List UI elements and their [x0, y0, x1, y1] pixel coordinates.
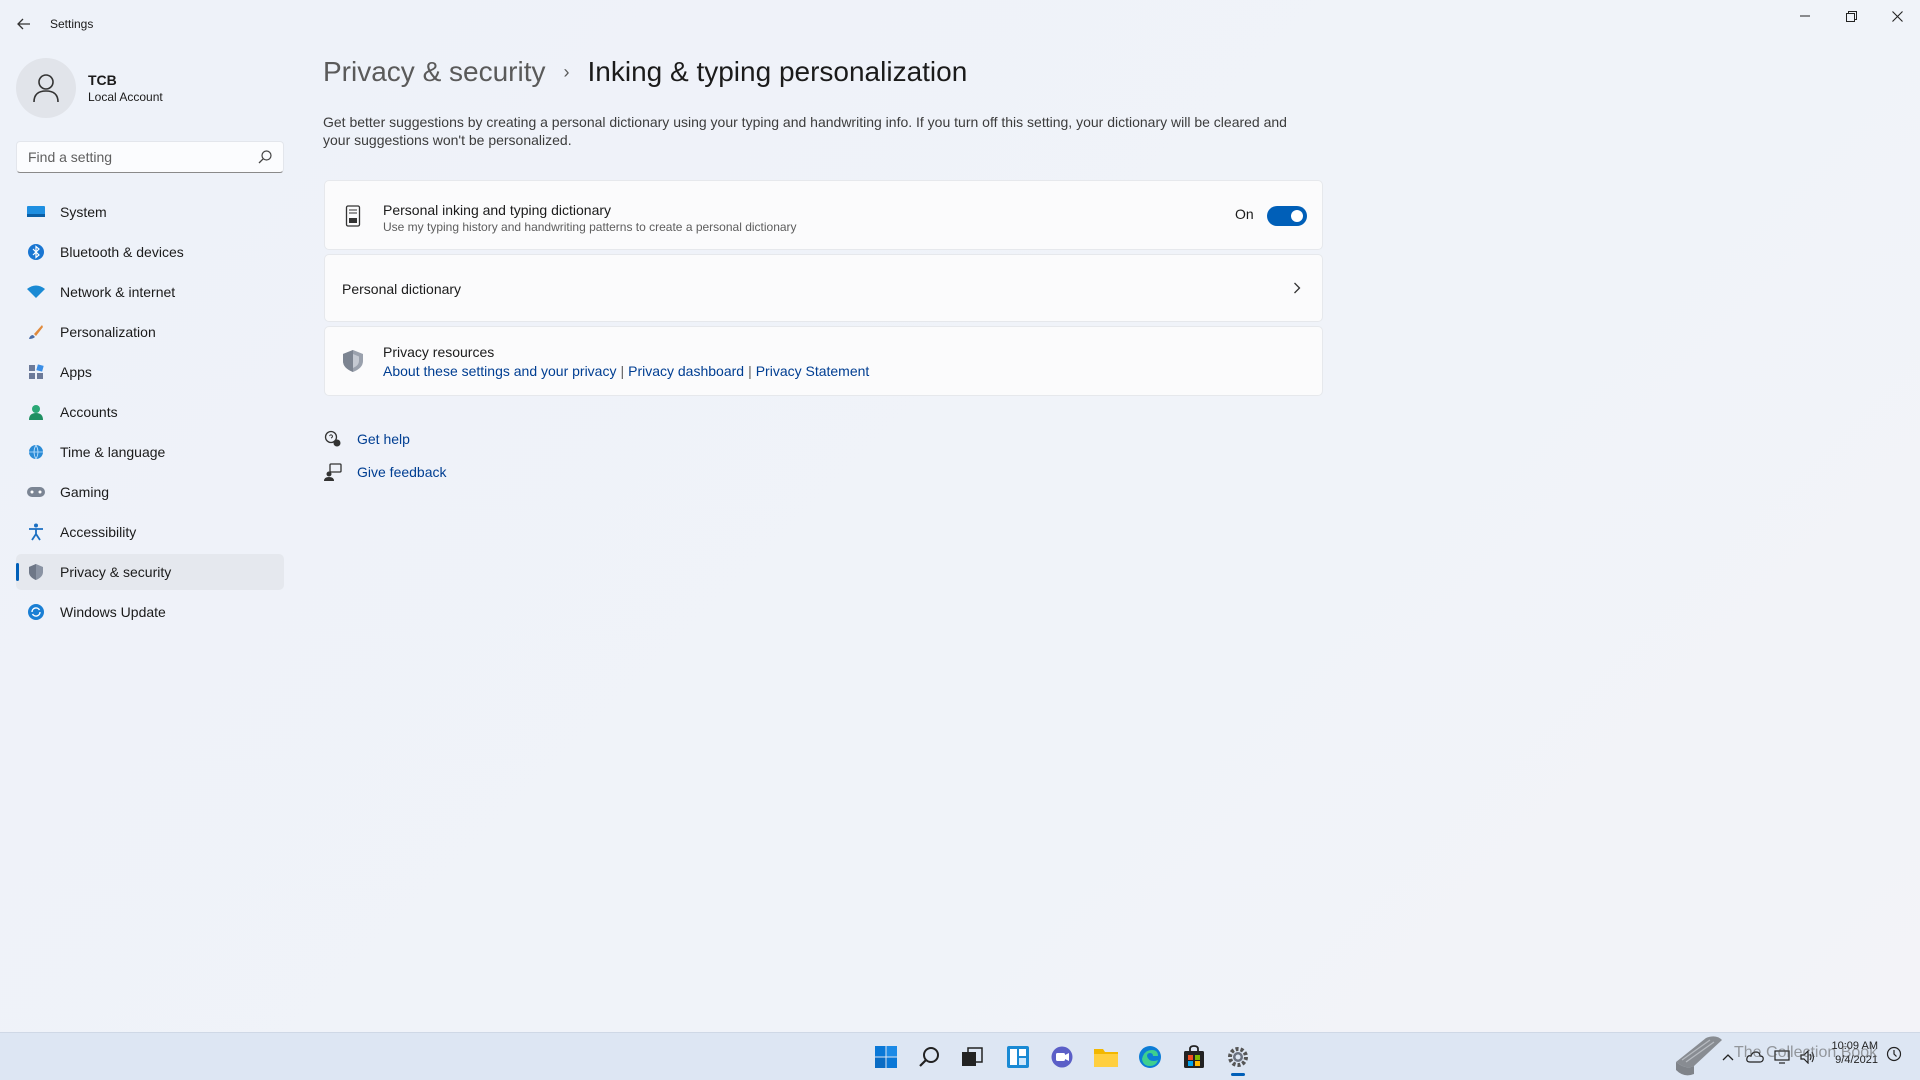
back-arrow-icon: [17, 18, 30, 30]
privacy-statement-link[interactable]: Privacy Statement: [756, 363, 870, 379]
brush-icon: [26, 322, 46, 342]
dictionary-toggle-title: Personal inking and typing dictionary: [383, 202, 612, 218]
get-help-link[interactable]: Get help: [357, 431, 410, 447]
close-icon: [1891, 10, 1903, 22]
sidebar-item-apps[interactable]: Apps: [16, 354, 284, 390]
person-icon: [26, 402, 46, 422]
accessibility-icon: [26, 522, 46, 542]
system-icon: [26, 202, 46, 222]
notification-icon[interactable]: [1886, 1046, 1902, 1067]
app-title: Settings: [50, 17, 94, 31]
search-icon[interactable]: [257, 149, 273, 165]
breadcrumb: Privacy & security › Inking & typing per…: [323, 56, 967, 88]
help-chat-icon: [323, 429, 343, 449]
minimize-button[interactable]: [1782, 0, 1828, 32]
sidebar-item-accessibility[interactable]: Accessibility: [16, 514, 284, 550]
toggle-knob: [1291, 210, 1303, 222]
sidebar-item-label: Accessibility: [60, 524, 137, 540]
watermark-text: The Collection Book: [1734, 1044, 1878, 1061]
breadcrumb-parent[interactable]: Privacy & security: [323, 56, 546, 88]
gamepad-icon: [26, 482, 46, 502]
title-bar: Settings: [0, 0, 1920, 48]
dictionary-toggle-subtitle: Use my typing history and handwriting pa…: [383, 220, 797, 234]
sidebar-item-label: Network & internet: [60, 284, 176, 300]
wifi-icon: [26, 282, 46, 302]
get-help-row[interactable]: Get help: [323, 429, 410, 449]
link-separator: |: [620, 363, 625, 379]
windows-start-icon[interactable]: [870, 1041, 902, 1073]
sidebar-item-label: Accounts: [60, 404, 118, 420]
close-button[interactable]: [1874, 0, 1920, 32]
profile-name: TCB: [88, 72, 117, 88]
taskbar: [0, 1032, 1920, 1080]
settings-icon[interactable]: [1222, 1041, 1254, 1076]
dictionary-toggle-switch[interactable]: [1267, 206, 1307, 226]
personal-dictionary-card[interactable]: Personal dictionary: [324, 254, 1323, 322]
privacy-dashboard-link[interactable]: Privacy dashboard: [628, 363, 744, 379]
search-icon[interactable]: [914, 1041, 946, 1073]
sidebar-item-label: Time & language: [60, 444, 166, 460]
sidebar-item-label: Bluetooth & devices: [60, 244, 184, 260]
back-button[interactable]: [10, 12, 38, 36]
sidebar-item-gaming[interactable]: Gaming: [16, 474, 284, 510]
sidebar-item-label: System: [60, 204, 107, 220]
privacy-resources-title: Privacy resources: [383, 344, 495, 360]
sidebar-item-windows-update[interactable]: Windows Update: [16, 594, 284, 630]
edge-icon[interactable]: [1134, 1041, 1166, 1073]
sidebar-item-network[interactable]: Network & internet: [16, 274, 284, 310]
dictionary-toggle-card: Personal inking and typing dictionary Us…: [324, 180, 1323, 250]
dictionary-icon: [343, 205, 363, 227]
store-icon[interactable]: [1178, 1041, 1210, 1073]
about-privacy-link[interactable]: About these settings and your privacy: [383, 363, 616, 379]
globe-clock-icon: [26, 442, 46, 462]
user-profile[interactable]: TCB Local Account: [16, 58, 276, 118]
watermark: The Collection Book: [1668, 1030, 1877, 1080]
link-separator: |: [748, 363, 752, 379]
restore-button[interactable]: [1828, 0, 1874, 32]
restore-icon: [1845, 10, 1857, 22]
privacy-links: About these settings and your privacy | Pr…: [383, 363, 869, 379]
sidebar-item-time-language[interactable]: Time & language: [16, 434, 284, 470]
toggle-state-label: On: [1235, 206, 1254, 222]
sidebar-item-label: Privacy & security: [60, 564, 172, 580]
profile-account-type: Local Account: [88, 90, 163, 104]
sidebar-item-bluetooth[interactable]: Bluetooth & devices: [16, 234, 284, 270]
sidebar-item-label: Gaming: [60, 484, 110, 500]
shield-icon: [343, 350, 363, 372]
minimize-icon: [1800, 15, 1810, 17]
sidebar-item-label: Windows Update: [60, 604, 166, 620]
feedback-icon: [323, 462, 343, 482]
avatar: [16, 58, 76, 118]
sidebar-nav: System Bluetooth & devices Network & int…: [16, 194, 284, 634]
sidebar-item-label: Apps: [60, 364, 92, 380]
update-icon: [26, 602, 46, 622]
page-description: Get better suggestions by creating a per…: [323, 114, 1287, 148]
settings-window: Settings TCB Local Account System Blueto…: [0, 0, 1920, 1032]
personal-dictionary-title: Personal dictionary: [342, 281, 462, 297]
sidebar-item-personalization[interactable]: Personalization: [16, 314, 284, 350]
file-explorer-icon[interactable]: [1090, 1041, 1122, 1073]
search-input[interactable]: [17, 142, 247, 172]
sidebar-item-accounts[interactable]: Accounts: [16, 394, 284, 430]
sidebar-item-label: Personalization: [60, 324, 156, 340]
widgets-icon[interactable]: [1002, 1041, 1034, 1073]
sidebar-item-privacy-security[interactable]: Privacy & security: [16, 554, 284, 590]
bluetooth-icon: [26, 242, 46, 262]
give-feedback-link[interactable]: Give feedback: [357, 464, 447, 480]
chevron-right-icon: [1290, 279, 1304, 297]
search-box[interactable]: [16, 141, 284, 173]
person-avatar-icon: [33, 74, 59, 103]
page-title: Inking & typing personalization: [587, 56, 968, 87]
task-view-icon[interactable]: [956, 1041, 988, 1073]
shield-icon: [26, 562, 46, 582]
breadcrumb-separator: ›: [563, 61, 570, 82]
apps-icon: [26, 362, 46, 382]
sidebar-item-system[interactable]: System: [16, 194, 284, 230]
chat-icon[interactable]: [1046, 1041, 1078, 1073]
give-feedback-row[interactable]: Give feedback: [323, 462, 447, 482]
book-logo-icon: [1676, 1036, 1722, 1076]
privacy-resources-card: Privacy resources About these settings a…: [324, 326, 1323, 396]
